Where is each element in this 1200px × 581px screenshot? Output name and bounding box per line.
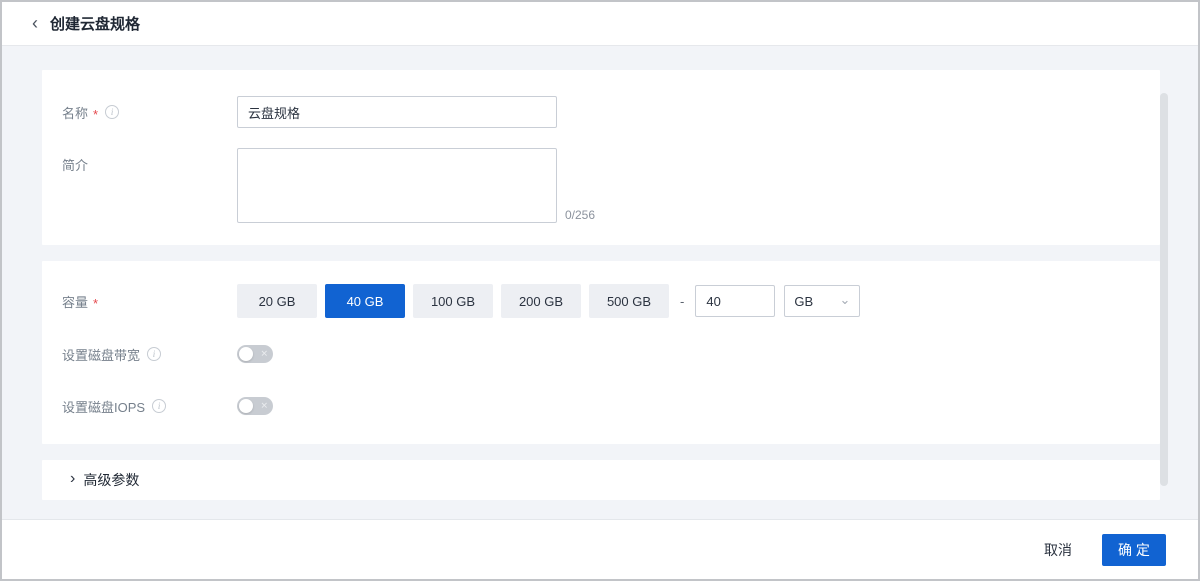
capacity-option[interactable]: 100 GB xyxy=(413,284,493,318)
page-title: 创建云盘规格 xyxy=(50,13,140,34)
cancel-button[interactable]: 取消 xyxy=(1044,540,1072,560)
back-icon[interactable]: ‹ xyxy=(32,14,38,32)
advanced-params-label: 高级参数 xyxy=(83,470,139,490)
toggle-knob xyxy=(239,399,253,413)
capacity-option[interactable]: 200 GB xyxy=(501,284,581,318)
create-disk-spec-window: ‹ 创建云盘规格 名称 * i 简介 0/256 xyxy=(0,0,1200,581)
iops-label: 设置磁盘IOPS xyxy=(62,397,145,416)
capacity-custom-input[interactable] xyxy=(695,285,775,317)
toggle-knob xyxy=(239,347,253,361)
name-row: 名称 * i xyxy=(42,96,1160,128)
footer-bar: 取消 确 定 xyxy=(2,519,1198,579)
info-icon[interactable]: i xyxy=(147,347,161,361)
bandwidth-row: 设置磁盘带宽 i ✕ xyxy=(42,338,1160,370)
info-icon[interactable]: i xyxy=(152,399,166,413)
form-body: 名称* i 简介 0/256 容量* 20 GB4 xyxy=(2,46,1198,519)
description-row: 简介 0/256 xyxy=(42,148,1160,223)
info-icon[interactable]: i xyxy=(105,105,119,119)
basic-info-card: 名称 * i 简介 0/256 xyxy=(42,70,1160,245)
capacity-option[interactable]: 20 GB xyxy=(237,284,317,318)
toggle-off-icon: ✕ xyxy=(260,350,268,359)
required-mark: * xyxy=(93,107,98,122)
bandwidth-label-group: 设置磁盘带宽 i xyxy=(42,338,237,370)
capacity-unit-value: GB xyxy=(794,294,813,309)
range-separator: - xyxy=(680,294,684,309)
toggle-off-icon: ✕ xyxy=(260,402,268,411)
iops-row: 设置磁盘IOPS i ✕ xyxy=(42,390,1160,422)
capacity-option[interactable]: 500 GB xyxy=(589,284,669,318)
chevron-down-icon: ⌄ xyxy=(839,293,850,306)
iops-toggle[interactable]: ✕ xyxy=(237,397,273,415)
description-textarea[interactable] xyxy=(237,148,557,223)
capacity-label-group: 容量 * xyxy=(42,285,237,317)
description-label: 简介 xyxy=(62,155,88,174)
name-label: 名称 xyxy=(62,103,88,122)
chevron-right-icon: › xyxy=(70,471,75,487)
required-mark: * xyxy=(93,296,98,311)
char-counter: 0/256 xyxy=(565,207,595,223)
page-header: ‹ 创建云盘规格 xyxy=(2,2,1198,46)
scrollbar-thumb[interactable] xyxy=(1160,93,1168,486)
bandwidth-toggle[interactable]: ✕ xyxy=(237,345,273,363)
description-label-group: 简介 xyxy=(42,148,237,180)
capacity-options: 20 GB40 GB100 GB200 GB500 GB xyxy=(237,284,669,318)
capacity-row: 容量 * 20 GB40 GB100 GB200 GB500 GB - GB ⌄ xyxy=(42,284,1160,318)
confirm-button[interactable]: 确 定 xyxy=(1102,534,1166,566)
capacity-unit-select[interactable]: GB ⌄ xyxy=(784,285,860,317)
advanced-params-section[interactable]: › 高级参数 xyxy=(42,460,1160,500)
capacity-card: 容量* 20 GB40 GB100 GB200 GB500 GB - GB ⌄ … xyxy=(42,261,1160,444)
capacity-label: 容量 xyxy=(62,292,88,311)
bandwidth-label: 设置磁盘带宽 xyxy=(62,345,140,364)
name-label-group: 名称 * i xyxy=(42,96,237,128)
iops-label-group: 设置磁盘IOPS i xyxy=(42,390,237,422)
capacity-option[interactable]: 40 GB xyxy=(325,284,405,318)
name-input[interactable] xyxy=(237,96,557,128)
description-field-wrap: 0/256 xyxy=(237,148,595,223)
